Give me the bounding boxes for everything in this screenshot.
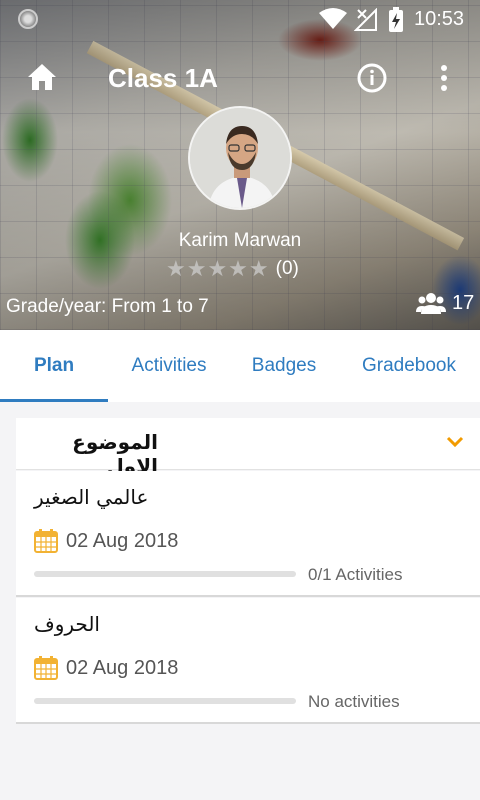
lesson-date-row: 02 Aug 2018: [34, 529, 178, 553]
page-title: Class 1A: [108, 63, 218, 93]
avatar-image: [190, 108, 290, 208]
lesson-title: الحروف: [34, 612, 100, 636]
rating-count: (0): [275, 258, 299, 279]
lesson-activities-status: No activities: [308, 692, 400, 711]
plan-content: الموضوع الاول عالمي الصغير 02 Aug 2018 0…: [16, 418, 480, 724]
tab-bar: Plan Activities Badges Gradebook: [0, 330, 480, 402]
lesson-card[interactable]: عالمي الصغير 02 Aug 2018 0/1 Activities: [16, 471, 480, 597]
app-bar: Class 1A: [0, 50, 480, 106]
lesson-date: 02 Aug 2018: [66, 529, 179, 552]
teacher-name: Karim Marwan: [178, 230, 302, 251]
students-count: 17: [452, 291, 475, 314]
battery-charging-icon: [389, 7, 403, 32]
people-icon: [416, 293, 446, 314]
status-bar: 10:53: [0, 0, 480, 38]
students-count-badge[interactable]: 17: [416, 290, 474, 316]
tab-activities[interactable]: Activities: [108, 330, 230, 402]
lesson-card[interactable]: الحروف 02 Aug 2018 No activities: [16, 598, 480, 724]
lesson-date: 02 Aug 2018: [66, 656, 179, 679]
home-icon[interactable]: [26, 62, 58, 92]
rating-stars: ★★★★★: [166, 256, 270, 281]
tab-badges[interactable]: Badges: [230, 330, 338, 402]
tab-plan[interactable]: Plan: [0, 330, 108, 402]
teacher-rating: ★★★★★ (0): [166, 256, 299, 282]
no-signal-icon: [354, 8, 377, 31]
lesson-progress-bar: [34, 571, 296, 577]
lesson-activities-status: 0/1 Activities: [308, 565, 403, 584]
tab-gradebook[interactable]: Gradebook: [338, 330, 480, 402]
calendar-icon: [34, 656, 58, 680]
status-time: 10:53: [414, 8, 465, 30]
section-header[interactable]: الموضوع الاول: [16, 418, 480, 478]
chevron-down-icon[interactable]: [446, 436, 464, 448]
class-header: 10:53 Class 1A Karim Marwan ★★★★★ (0) Gr…: [0, 0, 480, 330]
lesson-date-row: 02 Aug 2018: [34, 656, 178, 680]
teacher-avatar[interactable]: [188, 106, 292, 210]
info-icon[interactable]: [356, 62, 388, 94]
calendar-icon: [34, 529, 58, 553]
sync-icon: [18, 9, 38, 29]
more-options-icon[interactable]: [434, 62, 454, 94]
lesson-title: عالمي الصغير: [34, 485, 149, 509]
lesson-progress-bar: [34, 698, 296, 704]
grade-range: Grade/year: From 1 to 7: [6, 296, 209, 317]
wifi-icon: [319, 8, 347, 29]
